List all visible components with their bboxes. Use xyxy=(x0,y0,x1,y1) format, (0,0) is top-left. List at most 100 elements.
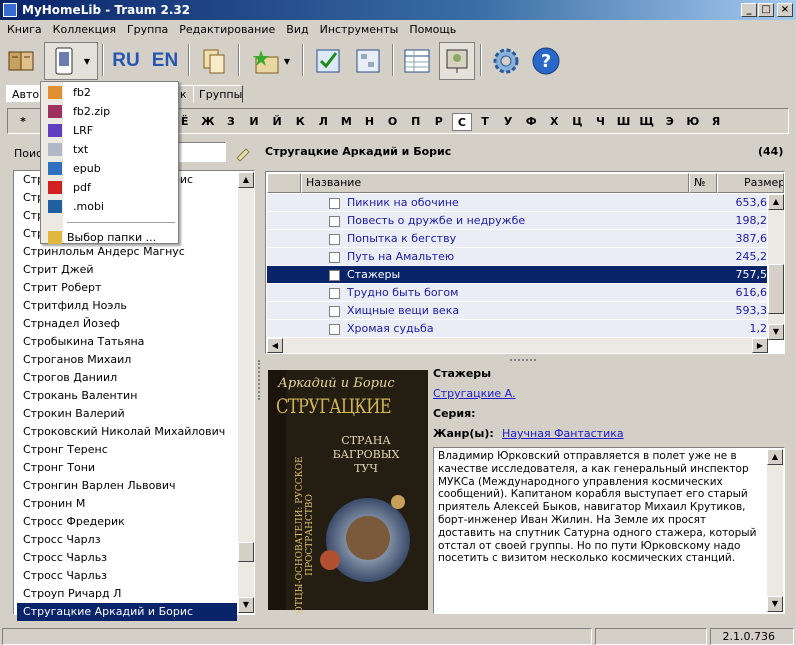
menu-item-help[interactable]: Помощь xyxy=(402,20,460,36)
details-genre-link[interactable]: Научная Фантастика xyxy=(502,427,624,440)
cover-view-button[interactable] xyxy=(439,42,475,80)
grid-header-title[interactable]: Название xyxy=(301,173,689,193)
author-list-item[interactable]: Стронг Теренс xyxy=(17,441,237,459)
scroll-right-button[interactable]: ▶ xyxy=(752,338,768,353)
author-list-item[interactable]: Строкин Валерий xyxy=(17,405,237,423)
alphabet-letter[interactable]: Я xyxy=(706,113,726,131)
menu-item-view[interactable]: Вид xyxy=(279,20,312,36)
author-list-item[interactable]: Стросс Чарльз xyxy=(17,549,237,567)
author-list-item[interactable]: Стрнадел Йозеф xyxy=(17,315,237,333)
grid-header-size[interactable]: Размер xyxy=(717,173,784,193)
menu-item-collection[interactable]: Коллекция xyxy=(46,20,120,36)
lang-ru-button[interactable]: RU xyxy=(108,42,144,80)
minimize-button[interactable]: _ xyxy=(741,3,757,17)
book-checkbox[interactable] xyxy=(329,252,340,263)
alphabet-letter[interactable]: К xyxy=(290,113,310,131)
book-row[interactable]: Хищные вещи века 593,3 xyxy=(267,302,767,320)
send-to-device-button[interactable]: ▼ xyxy=(44,42,98,80)
annotation-scrollbar[interactable]: ▲ ▼ xyxy=(767,449,783,612)
copy-button[interactable] xyxy=(196,42,232,80)
scroll-up-button[interactable]: ▲ xyxy=(768,194,784,210)
alphabet-letter[interactable]: С xyxy=(451,113,472,131)
author-list-item[interactable]: Стронин М xyxy=(17,495,237,513)
book-checkbox[interactable] xyxy=(329,288,340,299)
alphabet-letter[interactable]: Ц xyxy=(567,113,587,131)
author-list-scrollbar[interactable]: ▲ ▼ xyxy=(238,172,254,613)
alphabet-letter[interactable]: И xyxy=(244,113,264,131)
scroll-down-button[interactable]: ▼ xyxy=(768,324,784,340)
alphabet-letter[interactable]: Ю xyxy=(683,113,703,131)
check-button[interactable] xyxy=(310,42,346,80)
scroll-left-button[interactable]: ◀ xyxy=(267,338,283,353)
grid-hscrollbar[interactable]: ◀ ▶ xyxy=(267,338,768,353)
dropdown-item[interactable]: fb2.zip xyxy=(41,102,178,121)
book-row[interactable]: Путь на Амальтею 245,2 xyxy=(267,248,767,266)
author-list-item[interactable]: Стронгин Варлен Львович xyxy=(17,477,237,495)
book-checkbox[interactable] xyxy=(329,216,340,227)
dropdown-item[interactable]: epub xyxy=(41,159,178,178)
read-book-button[interactable] xyxy=(3,42,39,80)
author-list-item[interactable]: Стросс Чарльз xyxy=(17,567,237,585)
author-list-item[interactable]: Стритфилд Ноэль xyxy=(17,297,237,315)
book-checkbox[interactable] xyxy=(329,306,340,317)
tree-view-button[interactable] xyxy=(350,42,386,80)
chevron-down-icon[interactable]: ▼ xyxy=(84,57,90,66)
dropdown-item[interactable]: pdf xyxy=(41,178,178,197)
maximize-button[interactable]: □ xyxy=(758,3,774,17)
author-list-item[interactable]: Стрит Джей xyxy=(17,261,237,279)
table-view-button[interactable] xyxy=(399,42,435,80)
scroll-thumb[interactable] xyxy=(238,542,254,562)
alphabet-letter[interactable]: Р xyxy=(429,113,449,131)
author-list-item[interactable]: Стросс Чарлз xyxy=(17,531,237,549)
grid-header-number[interactable]: № xyxy=(689,173,717,193)
book-checkbox[interactable] xyxy=(329,270,340,281)
tab-groups[interactable]: Группы xyxy=(193,85,243,103)
alphabet-letter[interactable]: Т xyxy=(475,113,495,131)
tab-authors[interactable]: Автор xyxy=(6,85,46,103)
clear-search-icon[interactable] xyxy=(234,144,252,162)
lang-en-button[interactable]: EN xyxy=(147,42,183,80)
alphabet-letter[interactable]: Ж xyxy=(198,113,218,131)
alphabet-letter[interactable]: Щ xyxy=(637,113,657,131)
author-list-item[interactable]: Строкань Валентин xyxy=(17,387,237,405)
author-list-item[interactable]: Стронг Тони xyxy=(17,459,237,477)
grid-vscrollbar[interactable]: ▲ ▼ xyxy=(768,194,784,340)
alphabet-letter[interactable]: Ф xyxy=(521,113,541,131)
alphabet-letter[interactable]: Н xyxy=(360,113,380,131)
scroll-down-button[interactable]: ▼ xyxy=(767,596,783,612)
alphabet-letter[interactable]: Х xyxy=(544,113,564,131)
alphabet-letter[interactable]: М xyxy=(336,113,356,131)
alphabet-letter[interactable]: * xyxy=(13,113,33,131)
book-checkbox[interactable] xyxy=(329,324,340,335)
dropdown-item[interactable]: Выбор папки ... xyxy=(41,228,178,247)
author-list-item[interactable]: Строуп Ричард Л xyxy=(17,585,237,603)
help-button[interactable]: ? xyxy=(528,42,564,80)
alphabet-letter[interactable]: О xyxy=(383,113,403,131)
dropdown-item[interactable]: txt xyxy=(41,140,178,159)
book-row[interactable]: Стажеры 757,5 xyxy=(267,266,767,284)
add-to-group-button[interactable]: ▼ xyxy=(246,42,296,80)
menu-item-book[interactable]: Книга xyxy=(0,20,46,36)
dropdown-item[interactable]: fb2 xyxy=(41,83,178,102)
book-row[interactable]: Попытка к бегству 387,6 xyxy=(267,230,767,248)
book-row[interactable]: Повесть о дружбе и недружбе 198,2 xyxy=(267,212,767,230)
menu-item-group[interactable]: Группа xyxy=(120,20,172,36)
dropdown-item[interactable]: .mobi xyxy=(41,197,178,216)
alphabet-letter[interactable]: З xyxy=(221,113,241,131)
scroll-up-button[interactable]: ▲ xyxy=(238,172,254,188)
details-author-link[interactable]: Стругацкие А. xyxy=(433,387,516,400)
author-list-item[interactable]: Стрит Роберт xyxy=(17,279,237,297)
alphabet-letter[interactable]: У xyxy=(498,113,518,131)
menu-item-tools[interactable]: Инструменты xyxy=(313,20,403,36)
author-list-item[interactable]: Строковский Николай Михайлович xyxy=(17,423,237,441)
author-list-item[interactable]: Стругацкие Аркадий и Борис xyxy=(17,603,237,621)
settings-button[interactable] xyxy=(488,42,524,80)
book-row[interactable]: Пикник на обочине 653,6 xyxy=(267,194,767,212)
alphabet-letter[interactable]: Л xyxy=(313,113,333,131)
scroll-thumb[interactable] xyxy=(768,264,784,314)
annotation-text[interactable]: Владимир Юрковский отправляется в полет … xyxy=(433,447,785,614)
scroll-down-button[interactable]: ▼ xyxy=(238,597,254,613)
chevron-down-icon[interactable]: ▼ xyxy=(284,57,290,66)
alphabet-letter[interactable]: Ч xyxy=(591,113,611,131)
scroll-up-button[interactable]: ▲ xyxy=(767,449,783,465)
